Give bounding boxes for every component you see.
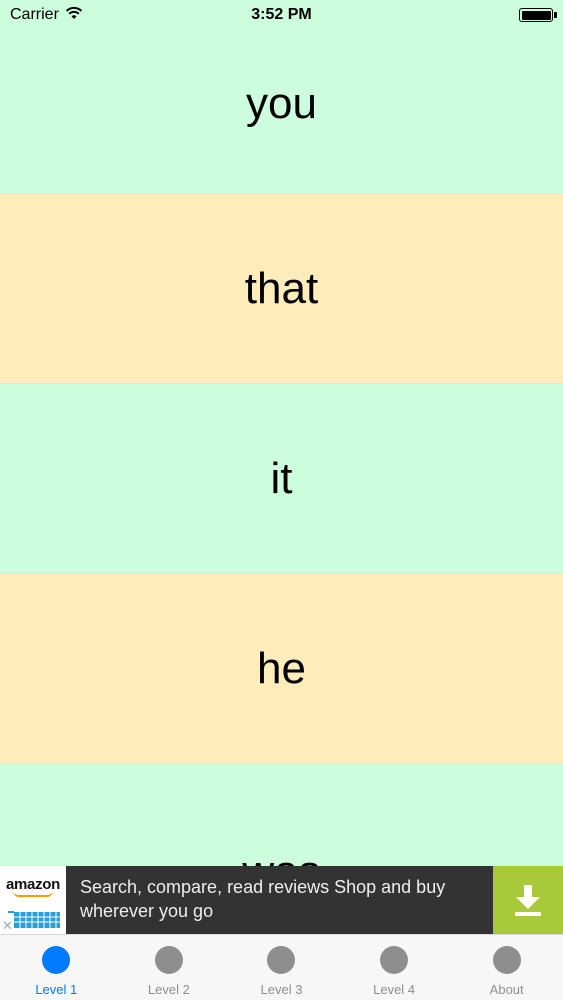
- word-list[interactable]: you that it he was: [0, 0, 563, 866]
- shopping-cart-icon: [8, 911, 60, 928]
- ad-close-icon[interactable]: ✕: [2, 919, 13, 932]
- carrier-label: Carrier: [10, 6, 59, 23]
- word-row-it[interactable]: it: [0, 384, 563, 574]
- tab-level-4[interactable]: Level 4: [338, 935, 451, 1000]
- tab-label: Level 2: [147, 982, 190, 997]
- circle-icon: [380, 946, 409, 974]
- circle-icon: [267, 946, 296, 974]
- tab-about[interactable]: About: [450, 935, 563, 1000]
- word-label: was: [242, 847, 320, 866]
- tab-level-1[interactable]: Level 1: [0, 935, 113, 1000]
- carrier-info: Carrier: [10, 6, 83, 25]
- wifi-icon: [65, 6, 83, 25]
- ad-text: Search, compare, read reviews Shop and b…: [80, 877, 446, 921]
- status-time: 3:52 PM: [251, 6, 312, 23]
- tab-label: Level 4: [373, 982, 416, 997]
- word-row-he[interactable]: he: [0, 574, 563, 764]
- word-label: it: [270, 453, 293, 503]
- tab-bar: Level 1 Level 2 Level 3 Level 4 About: [0, 934, 563, 1000]
- amazon-logo: amazon ✕: [0, 866, 66, 934]
- word-label: you: [246, 78, 317, 128]
- app-screen: you that it he was Carrier 3:52 PM: [0, 0, 563, 1000]
- status-bar: Carrier 3:52 PM: [0, 0, 563, 30]
- word-label: that: [244, 263, 319, 313]
- word-label: he: [257, 643, 306, 693]
- ad-download-button[interactable]: [493, 866, 563, 934]
- word-row-that[interactable]: that: [0, 194, 563, 384]
- circle-icon: [492, 946, 521, 974]
- tab-label: Level 3: [260, 982, 303, 997]
- tab-level-3[interactable]: Level 3: [225, 935, 338, 1000]
- tab-level-2[interactable]: Level 2: [113, 935, 226, 1000]
- ad-banner[interactable]: amazon ✕ Search, compare, read reviews S…: [0, 866, 563, 934]
- battery-icon: [519, 8, 557, 22]
- circle-icon: [154, 946, 183, 974]
- tab-label: About: [489, 982, 524, 997]
- smile-icon: [13, 891, 53, 897]
- circle-icon: [42, 946, 71, 974]
- word-row-was[interactable]: was: [0, 764, 563, 866]
- download-icon: [515, 885, 541, 916]
- tab-label: Level 1: [35, 982, 78, 997]
